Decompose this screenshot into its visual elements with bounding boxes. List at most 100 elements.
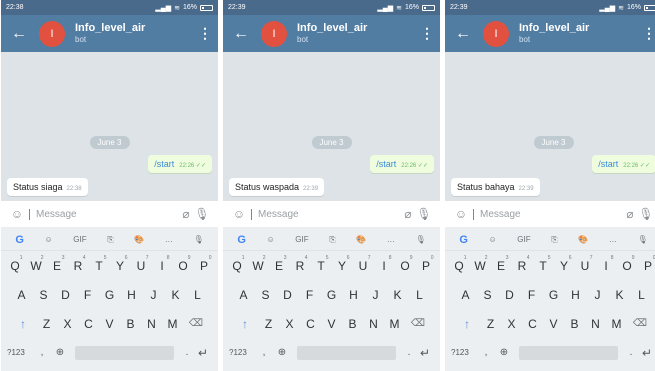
shift-icon[interactable]: ↑ bbox=[232, 317, 258, 331]
globe-icon[interactable]: ⊕ bbox=[51, 347, 69, 358]
period-key[interactable]: . bbox=[402, 347, 416, 358]
enter-icon[interactable]: ↵ bbox=[416, 346, 434, 360]
globe-icon[interactable]: ⊕ bbox=[495, 347, 513, 358]
palette-icon[interactable]: 🎨 bbox=[578, 235, 588, 244]
key-l[interactable]: L bbox=[187, 288, 209, 302]
key-q[interactable]: Q1 bbox=[449, 255, 470, 273]
key-g[interactable]: G bbox=[543, 288, 565, 302]
back-arrow-icon[interactable]: ← bbox=[451, 25, 475, 43]
attach-icon[interactable]: ⌀ bbox=[400, 206, 416, 222]
key-z[interactable]: Z bbox=[36, 317, 57, 331]
gif-icon[interactable]: GIF bbox=[295, 235, 308, 244]
attach-icon[interactable]: ⌀ bbox=[622, 206, 638, 222]
palette-icon[interactable]: 🎨 bbox=[134, 235, 144, 244]
key-i[interactable]: I8 bbox=[374, 255, 395, 273]
key-u[interactable]: U7 bbox=[131, 255, 152, 273]
backspace-icon[interactable]: ⌫ bbox=[627, 318, 653, 329]
emoji-icon[interactable]: ☺ bbox=[9, 206, 25, 222]
key-m[interactable]: M bbox=[384, 317, 405, 331]
key-t[interactable]: T5 bbox=[89, 255, 110, 273]
symbols-key[interactable]: ?123 bbox=[229, 348, 255, 357]
symbols-key[interactable]: ?123 bbox=[7, 348, 33, 357]
key-v[interactable]: V bbox=[321, 317, 342, 331]
key-j[interactable]: J bbox=[365, 288, 387, 302]
key-q[interactable]: Q1 bbox=[5, 255, 26, 273]
message-input[interactable] bbox=[36, 208, 178, 220]
key-n[interactable]: N bbox=[363, 317, 384, 331]
key-y[interactable]: Y6 bbox=[332, 255, 353, 273]
clipboard-icon[interactable]: ⎘ bbox=[329, 235, 335, 245]
avatar[interactable]: I bbox=[39, 20, 65, 47]
key-z[interactable]: Z bbox=[258, 317, 279, 331]
key-p[interactable]: P0 bbox=[194, 255, 215, 273]
key-x[interactable]: X bbox=[57, 317, 78, 331]
key-p[interactable]: P0 bbox=[638, 255, 655, 273]
space-key[interactable] bbox=[75, 345, 174, 360]
message-input[interactable] bbox=[480, 208, 622, 220]
comma-key[interactable]: , bbox=[33, 347, 51, 358]
back-arrow-icon[interactable]: ← bbox=[229, 25, 253, 43]
incoming-message[interactable]: Status bahaya 22:39 bbox=[451, 178, 540, 196]
key-o[interactable]: O9 bbox=[395, 255, 416, 273]
more-icon[interactable]: … bbox=[387, 235, 395, 244]
back-arrow-icon[interactable]: ← bbox=[7, 25, 31, 43]
key-t[interactable]: T5 bbox=[533, 255, 554, 273]
key-k[interactable]: K bbox=[609, 288, 631, 302]
key-e[interactable]: E3 bbox=[47, 255, 68, 273]
sticker-icon[interactable]: ☺ bbox=[45, 235, 53, 244]
more-menu-icon[interactable]: ⋮ bbox=[420, 25, 434, 42]
space-key[interactable] bbox=[297, 345, 396, 360]
key-a[interactable]: A bbox=[11, 288, 33, 302]
key-b[interactable]: B bbox=[342, 317, 363, 331]
key-x[interactable]: X bbox=[501, 317, 522, 331]
key-h[interactable]: H bbox=[343, 288, 365, 302]
backspace-icon[interactable]: ⌫ bbox=[405, 318, 431, 329]
key-s[interactable]: S bbox=[477, 288, 499, 302]
message-list[interactable]: June 3 /start 22:26 ✓✓ Status waspada 22:3… bbox=[223, 52, 440, 200]
key-w[interactable]: W2 bbox=[26, 255, 47, 273]
emoji-icon[interactable]: ☺ bbox=[231, 206, 247, 222]
key-y[interactable]: Y6 bbox=[110, 255, 131, 273]
key-n[interactable]: N bbox=[585, 317, 606, 331]
symbols-key[interactable]: ?123 bbox=[451, 348, 477, 357]
key-g[interactable]: G bbox=[99, 288, 121, 302]
voice-icon[interactable]: 🎙 bbox=[194, 235, 204, 244]
sticker-icon[interactable]: ☺ bbox=[267, 235, 275, 244]
key-a[interactable]: A bbox=[233, 288, 255, 302]
microphone-icon[interactable]: 🎙 bbox=[416, 206, 432, 222]
chat-title-block[interactable]: Info_level_air bot bbox=[75, 22, 198, 45]
clipboard-icon[interactable]: ⎘ bbox=[551, 235, 557, 245]
period-key[interactable]: . bbox=[624, 347, 638, 358]
key-f[interactable]: F bbox=[77, 288, 99, 302]
key-v[interactable]: V bbox=[543, 317, 564, 331]
voice-icon[interactable]: 🎙 bbox=[638, 235, 648, 244]
key-e[interactable]: E3 bbox=[491, 255, 512, 273]
key-l[interactable]: L bbox=[409, 288, 431, 302]
key-s[interactable]: S bbox=[33, 288, 55, 302]
key-m[interactable]: M bbox=[162, 317, 183, 331]
key-v[interactable]: V bbox=[99, 317, 120, 331]
avatar[interactable]: I bbox=[483, 20, 509, 47]
voice-icon[interactable]: 🎙 bbox=[416, 235, 426, 244]
key-d[interactable]: D bbox=[277, 288, 299, 302]
space-key[interactable] bbox=[519, 345, 618, 360]
key-o[interactable]: O9 bbox=[617, 255, 638, 273]
message-list[interactable]: June 3 /start 22:26 ✓✓ Status bahaya 22:39 bbox=[445, 52, 655, 200]
google-icon[interactable]: G bbox=[237, 234, 246, 246]
key-i[interactable]: I8 bbox=[152, 255, 173, 273]
key-l[interactable]: L bbox=[631, 288, 653, 302]
more-icon[interactable]: … bbox=[165, 235, 173, 244]
key-o[interactable]: O9 bbox=[173, 255, 194, 273]
key-r[interactable]: R4 bbox=[290, 255, 311, 273]
key-e[interactable]: E3 bbox=[269, 255, 290, 273]
clipboard-icon[interactable]: ⎘ bbox=[107, 235, 113, 245]
key-u[interactable]: U7 bbox=[353, 255, 374, 273]
key-n[interactable]: N bbox=[141, 317, 162, 331]
key-b[interactable]: B bbox=[120, 317, 141, 331]
key-h[interactable]: H bbox=[121, 288, 143, 302]
globe-icon[interactable]: ⊕ bbox=[273, 347, 291, 358]
google-icon[interactable]: G bbox=[15, 234, 24, 246]
key-c[interactable]: C bbox=[78, 317, 99, 331]
key-w[interactable]: W2 bbox=[248, 255, 269, 273]
key-h[interactable]: H bbox=[565, 288, 587, 302]
